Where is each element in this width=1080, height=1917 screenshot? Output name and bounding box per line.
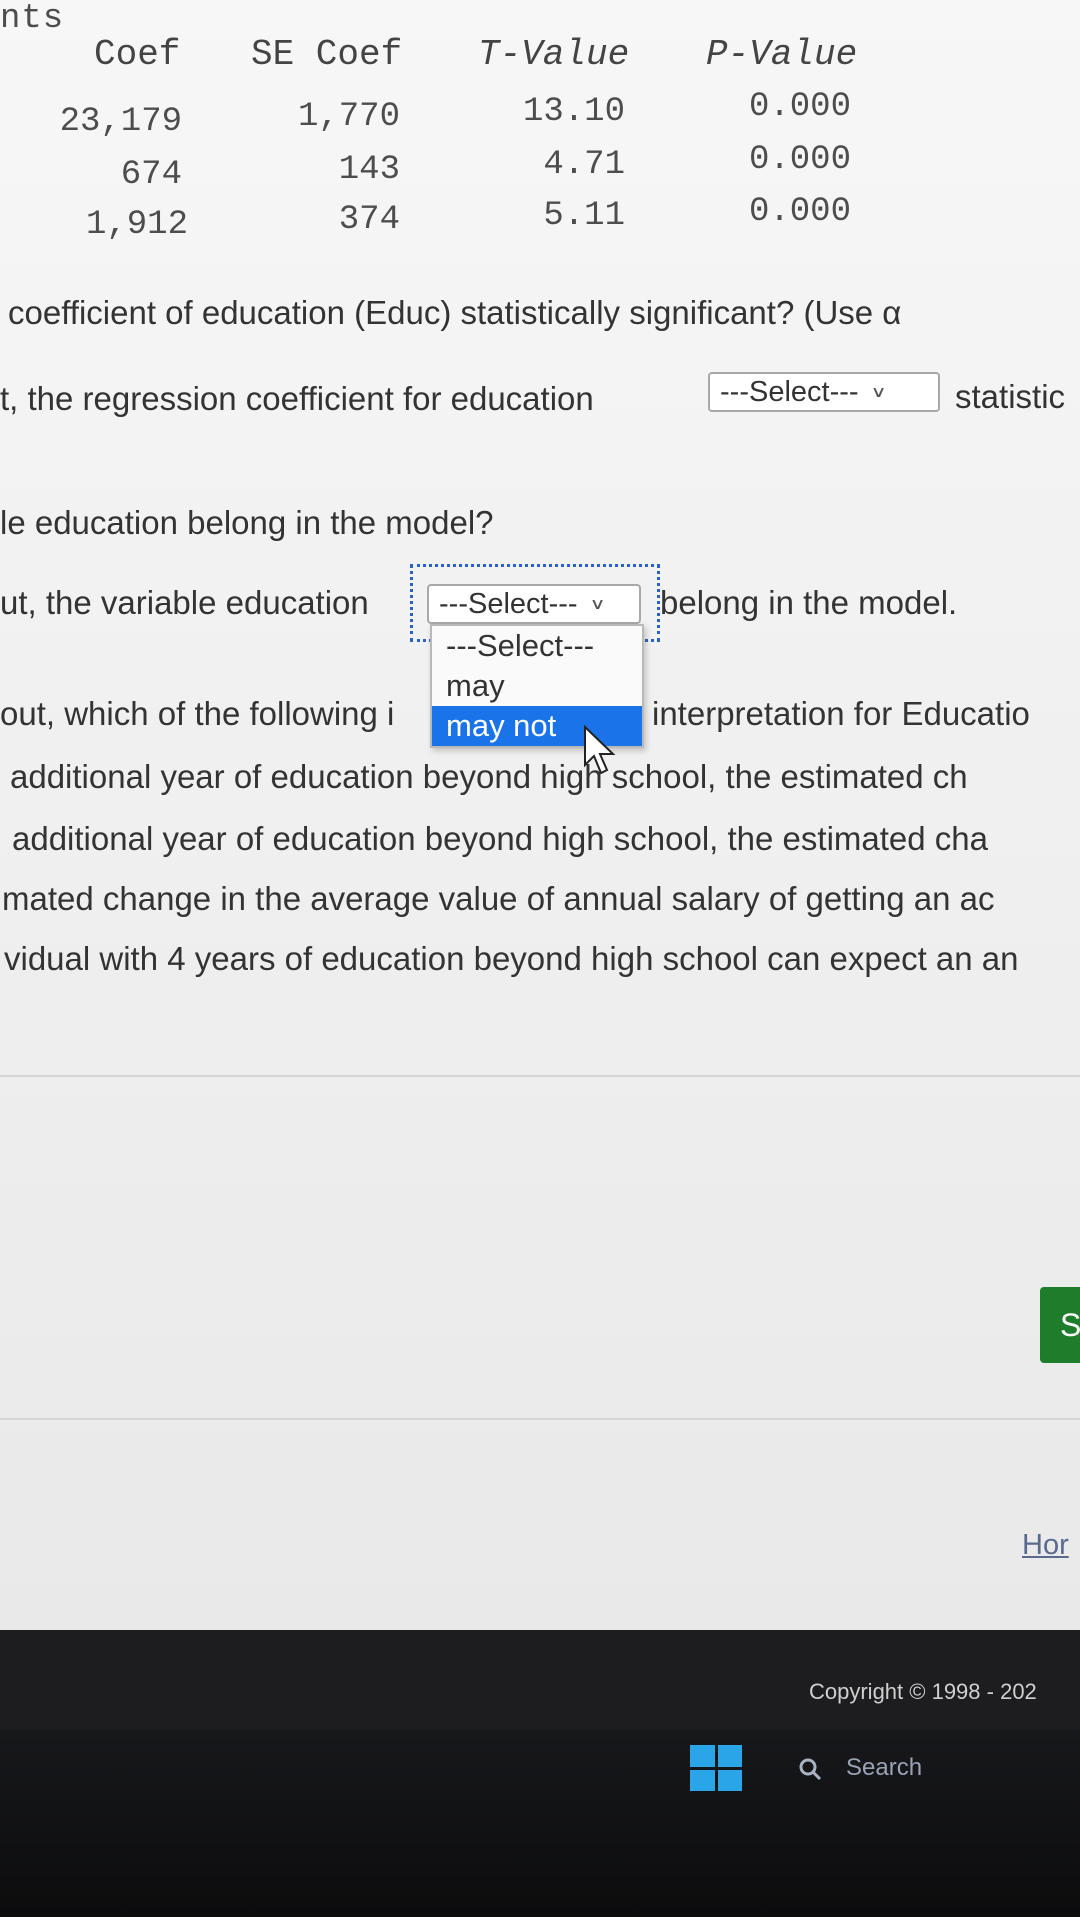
windows-start-icon[interactable]: [690, 1745, 742, 1791]
question-2-answer-prefix: ut, the variable education: [0, 584, 369, 621]
cell-p-value: 0.000: [748, 88, 851, 126]
question-3-prefix: out, which of the following i: [0, 695, 395, 732]
cell-se-coef: 374: [338, 201, 400, 239]
cell-t-value: 4.71: [543, 146, 625, 184]
cell-t-value: 13.10: [522, 93, 625, 131]
assignment-page: nts Coef SE Coef T-Value P-Value 23,179 …: [0, 0, 1080, 1630]
belong-in-model-select[interactable]: ---Select--- ∨: [427, 584, 641, 624]
question-3-suffix: interpretation for Educatio: [652, 695, 1030, 732]
divider: [0, 1075, 1080, 1077]
taskbar-search-label[interactable]: Search: [846, 1754, 922, 1782]
col-header-p-value: P-Value: [706, 34, 858, 75]
dropdown-option-may[interactable]: may: [432, 666, 642, 706]
copyright-text: Copyright © 1998 - 202: [809, 1679, 1037, 1704]
question-2-text: le education belong in the model?: [0, 504, 494, 541]
question-2-answer-suffix: belong in the model.: [660, 584, 958, 621]
col-header-t-value: T-Value: [478, 34, 630, 75]
answer-option[interactable]: mated change in the average value of ann…: [2, 880, 995, 918]
question-1-text: coefficient of education (Educ) statisti…: [8, 294, 902, 331]
home-link[interactable]: Hor: [1022, 1529, 1069, 1562]
divider: [0, 1418, 1080, 1420]
cell-coef: 674: [120, 156, 182, 194]
dropdown-option-select[interactable]: ---Select---: [432, 626, 642, 666]
cell-se-coef: 1,770: [297, 98, 400, 136]
cell-se-coef: 143: [338, 151, 400, 189]
submit-button[interactable]: S: [1040, 1287, 1080, 1363]
select-value: ---Select---: [720, 375, 859, 408]
search-icon[interactable]: [798, 1757, 822, 1781]
col-header-coef: Coef: [94, 34, 181, 75]
select-value: ---Select---: [439, 587, 578, 620]
cell-p-value: 0.000: [748, 193, 851, 231]
chevron-down-icon: ∨: [870, 382, 887, 401]
answer-option[interactable]: additional year of education beyond high…: [10, 758, 968, 796]
answer-option[interactable]: additional year of education beyond high…: [12, 820, 988, 858]
cell-t-value: 5.11: [543, 197, 625, 235]
chevron-down-icon: ∨: [589, 594, 606, 613]
question-1-answer-prefix: t, the regression coefficient for educat…: [0, 380, 594, 417]
col-header-se-coef: SE Coef: [251, 34, 403, 75]
cell-coef: 1,912: [85, 206, 188, 244]
mouse-cursor-icon: [584, 725, 616, 775]
question-1-answer-suffix: statistic: [955, 378, 1066, 415]
answer-option[interactable]: vidual with 4 years of education beyond …: [4, 940, 1019, 978]
cell-coef: 23,179: [59, 103, 182, 141]
cell-p-value: 0.000: [748, 141, 851, 179]
section-heading: nts: [0, 0, 65, 38]
significance-select[interactable]: ---Select--- ∨: [708, 372, 940, 412]
